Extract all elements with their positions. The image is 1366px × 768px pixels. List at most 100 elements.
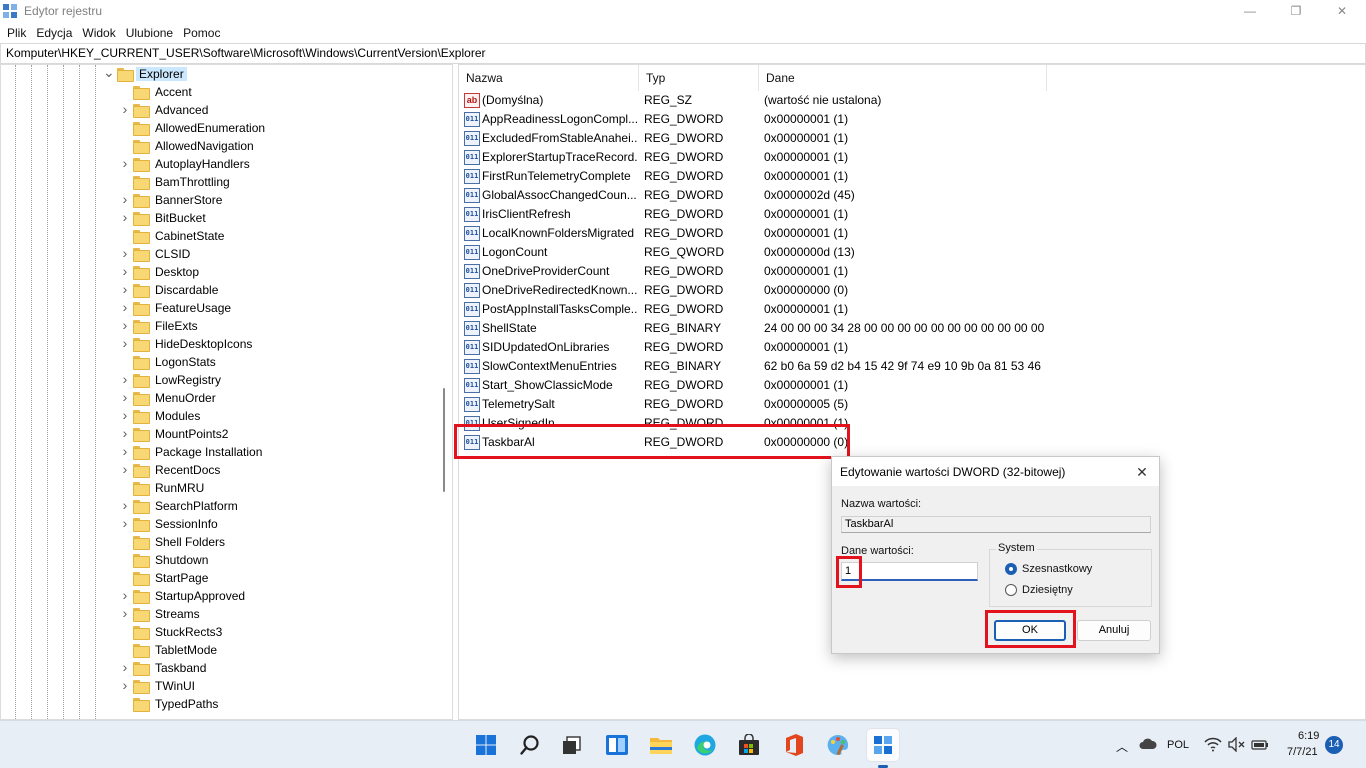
value-row[interactable]: 011 OneDriveProviderCount REG_DWORD 0x00000… — [459, 262, 1365, 281]
column-header-data[interactable]: Dane — [759, 65, 1047, 91]
battery-icon[interactable] — [1251, 737, 1269, 752]
office-icon[interactable] — [778, 729, 810, 761]
widgets-icon[interactable] — [601, 729, 633, 761]
tree-item[interactable]: › StartupApproved — [1, 588, 437, 606]
tree-item[interactable]: › Advanced — [1, 102, 437, 120]
tree-item[interactable]: › RecentDocs — [1, 462, 437, 480]
value-row[interactable]: 011 AppReadinessLogonCompl... REG_DWORD 0x0… — [459, 110, 1365, 129]
search-icon[interactable] — [514, 729, 546, 761]
wifi-icon[interactable] — [1204, 737, 1222, 752]
tree-item[interactable]: › MountPoints2 — [1, 426, 437, 444]
menu-pomoc[interactable]: Pomoc — [178, 22, 225, 44]
value-row[interactable]: 011 ExcludedFromStableAnahei... REG_DWORD 0… — [459, 129, 1365, 148]
chevron-right-icon[interactable]: › — [120, 408, 130, 422]
dialog-close-icon[interactable]: ✕ — [1131, 461, 1153, 483]
chevron-right-icon[interactable]: › — [120, 444, 130, 458]
chevron-right-icon[interactable]: › — [120, 318, 130, 332]
tree-item[interactable]: StuckRects3 — [1, 624, 437, 642]
tree-item[interactable]: › FileExts — [1, 318, 437, 336]
tree-item[interactable]: › MenuOrder — [1, 390, 437, 408]
chevron-right-icon[interactable]: › — [120, 390, 130, 404]
tree-item[interactable]: RunMRU — [1, 480, 437, 498]
value-row[interactable]: ab (Domyślna) REG_SZ (wartość nie ustalona) — [459, 91, 1365, 110]
chevron-right-icon[interactable]: › — [120, 606, 130, 620]
clock-date[interactable]: 7/7/21 — [1287, 746, 1318, 758]
chevron-right-icon[interactable]: › — [120, 102, 130, 116]
close-button[interactable]: ✕ — [1319, 0, 1365, 22]
volume-muted-icon[interactable] — [1228, 737, 1246, 752]
tree-item[interactable]: › Taskband — [1, 660, 437, 678]
menu-ulubione[interactable]: Ulubione — [121, 22, 178, 44]
tree-item[interactable]: Shell Folders — [1, 534, 437, 552]
chevron-right-icon[interactable]: › — [120, 588, 130, 602]
tree-item[interactable]: TypedPaths — [1, 696, 437, 714]
windows-start-icon[interactable] — [470, 729, 502, 761]
value-row[interactable]: 011 PostAppInstallTasksComple... REG_DWORD… — [459, 300, 1365, 319]
radio-hexadecimal[interactable] — [1005, 563, 1017, 575]
tree-item[interactable]: › BannerStore — [1, 192, 437, 210]
chevron-right-icon[interactable]: › — [120, 498, 130, 512]
tree-item[interactable]: › Modules — [1, 408, 437, 426]
chevron-right-icon[interactable]: › — [120, 264, 130, 278]
tree-item[interactable]: › Discardable — [1, 282, 437, 300]
tree-item[interactable]: LogonStats — [1, 354, 437, 372]
chevron-right-icon[interactable]: › — [120, 336, 130, 350]
value-row[interactable]: 011 TelemetrySalt REG_DWORD 0x00000005 (5) — [459, 395, 1365, 414]
chevron-right-icon[interactable]: › — [120, 300, 130, 314]
paint-icon[interactable] — [822, 729, 854, 761]
tree-item[interactable]: › HideDesktopIcons — [1, 336, 437, 354]
menu-edycja[interactable]: Edycja — [31, 22, 77, 44]
restore-button[interactable]: ❐ — [1273, 0, 1319, 22]
chevron-down-icon[interactable]: ⌄ — [103, 65, 115, 79]
value-row[interactable]: 011 ExplorerStartupTraceRecord... REG_DWOR… — [459, 148, 1365, 167]
menu-plik[interactable]: Plik — [2, 22, 31, 44]
tree-item-explorer[interactable]: ⌄ Explorer — [1, 65, 437, 84]
chevron-right-icon[interactable]: › — [120, 516, 130, 530]
chevron-right-icon[interactable]: › — [120, 660, 130, 674]
task-view-icon[interactable] — [556, 729, 588, 761]
value-row[interactable]: 011 ShellState REG_BINARY 24 00 00 00 34 28… — [459, 319, 1365, 338]
minimize-button[interactable]: — — [1227, 0, 1273, 22]
chevron-right-icon[interactable]: › — [120, 210, 130, 224]
chevron-right-icon[interactable]: › — [120, 282, 130, 296]
radio-decimal-label[interactable]: Dziesiętny — [1022, 584, 1073, 596]
onedrive-cloud-icon[interactable] — [1139, 737, 1157, 751]
tree-item[interactable]: TabletMode — [1, 642, 437, 660]
tree-item[interactable]: › LowRegistry — [1, 372, 437, 390]
tree-item[interactable]: › Desktop — [1, 264, 437, 282]
key-tree-pane[interactable]: ⌄ Explorer Accent › Advanced AllowedEnumerati… — [0, 64, 453, 720]
tree-item[interactable]: › AutoplayHandlers — [1, 156, 437, 174]
value-row[interactable]: 011 OneDriveRedirectedKnown... REG_DWORD 0x… — [459, 281, 1365, 300]
chevron-right-icon[interactable]: › — [120, 156, 130, 170]
tree-item[interactable]: AllowedNavigation — [1, 138, 437, 156]
chevron-right-icon[interactable]: › — [120, 372, 130, 386]
tree-item[interactable]: StartPage — [1, 570, 437, 588]
chevron-right-icon[interactable]: › — [120, 426, 130, 440]
edge-icon[interactable] — [689, 729, 721, 761]
value-row[interactable]: 011 SIDUpdatedOnLibraries REG_DWORD 0x00000… — [459, 338, 1365, 357]
tree-scrollbar[interactable] — [437, 65, 452, 719]
tree-item[interactable]: BamThrottling — [1, 174, 437, 192]
column-header-name[interactable]: Nazwa — [459, 65, 639, 91]
tree-item[interactable]: › SearchPlatform — [1, 498, 437, 516]
tree-item[interactable]: CabinetState — [1, 228, 437, 246]
regedit-icon[interactable] — [867, 729, 899, 761]
tree-scrollbar-thumb[interactable] — [443, 388, 445, 492]
tree-item[interactable]: › Streams — [1, 606, 437, 624]
tree-item[interactable]: › Package Installation — [1, 444, 437, 462]
value-row[interactable]: 011 IrisClientRefresh REG_DWORD 0x00000001 … — [459, 205, 1365, 224]
radio-decimal[interactable] — [1005, 584, 1017, 596]
value-row[interactable]: 011 LocalKnownFoldersMigrated REG_DWORD 0x0… — [459, 224, 1365, 243]
tree-item[interactable]: › BitBucket — [1, 210, 437, 228]
column-header-type[interactable]: Typ — [639, 65, 759, 91]
value-row[interactable]: 011 Start_ShowClassicMode REG_DWORD 0x00000… — [459, 376, 1365, 395]
file-explorer-icon[interactable] — [645, 729, 677, 761]
radio-hexadecimal-label[interactable]: Szesnastkowy — [1022, 563, 1092, 575]
tree-item[interactable]: Accent — [1, 84, 437, 102]
notification-badge[interactable]: 14 — [1325, 736, 1343, 754]
tree-item[interactable]: Shutdown — [1, 552, 437, 570]
address-bar[interactable]: Komputer\HKEY_CURRENT_USER\Software\Micr… — [0, 43, 1366, 64]
menu-widok[interactable]: Widok — [77, 22, 120, 44]
tree-item[interactable]: › TWinUI — [1, 678, 437, 696]
chevron-right-icon[interactable]: › — [120, 678, 130, 692]
